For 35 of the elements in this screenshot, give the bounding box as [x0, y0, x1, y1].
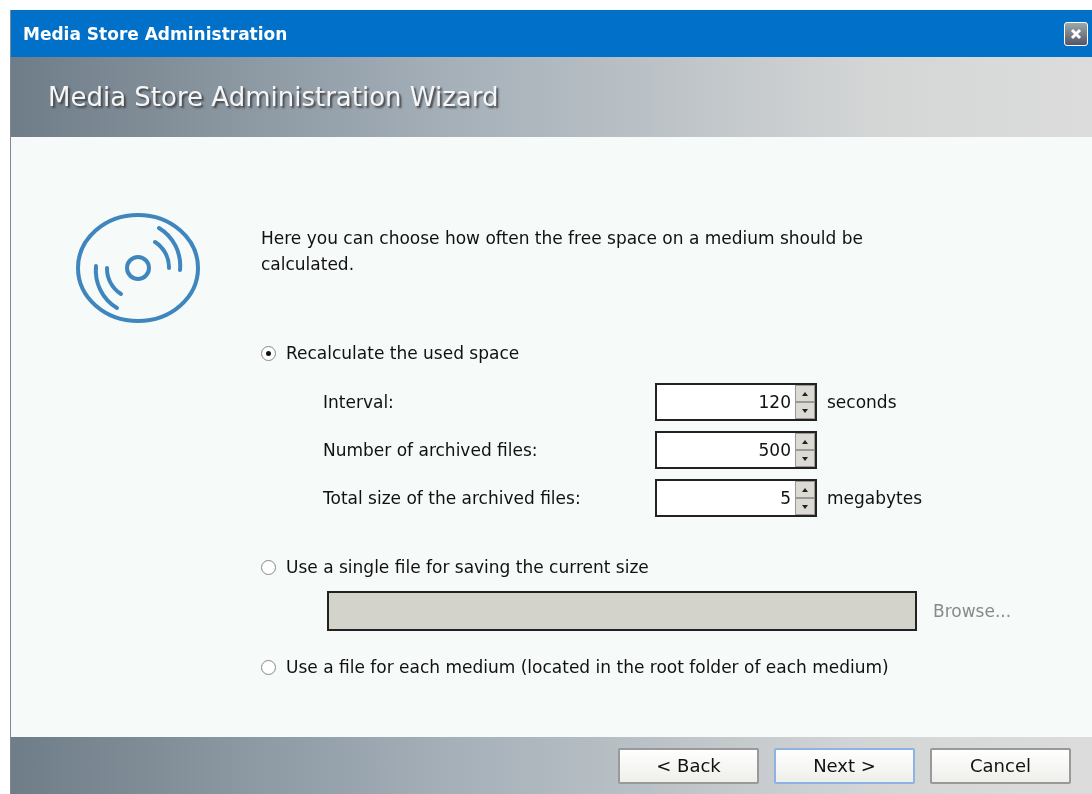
up-arrow-icon: [802, 487, 808, 492]
spin-up-button[interactable]: [795, 385, 815, 402]
spin-down-button[interactable]: [795, 402, 815, 419]
number-spinner[interactable]: 500: [655, 431, 817, 469]
close-button[interactable]: [1064, 21, 1088, 46]
number-spinner[interactable]: 5: [655, 479, 817, 517]
field-label: Interval:: [323, 392, 395, 412]
wizard-button[interactable]: < Back: [618, 747, 759, 784]
option-label: Use a single file for saving the current size: [286, 557, 649, 577]
option-label: Recalculate the used space: [286, 343, 520, 363]
field-label: Number of archived files:: [323, 440, 539, 460]
down-arrow-icon: [802, 408, 808, 413]
wizard-button[interactable]: Next >: [774, 747, 915, 784]
number-spinner[interactable]: 120: [655, 383, 817, 421]
down-arrow-icon: [802, 456, 808, 461]
window-title: Media Store Administration: [23, 23, 288, 44]
option-label: Use a file for each medium (located in the root folder of each medium): [286, 657, 889, 677]
radio-button[interactable]: [261, 659, 276, 675]
down-arrow-icon: [802, 504, 808, 509]
wizard-button[interactable]: Cancel: [930, 747, 1071, 784]
up-arrow-icon: [802, 391, 808, 396]
intro-text: Here you can choose how often the free space on a medium should be calculated.: [261, 227, 864, 276]
up-arrow-icon: [802, 439, 808, 444]
spin-down-button[interactable]: [795, 498, 815, 515]
radio-button[interactable]: [261, 559, 276, 575]
unit-label: seconds: [826, 392, 898, 412]
wizard-title: Media Store Administration Wizard: [48, 82, 499, 112]
disc-icon: [75, 212, 201, 324]
field-label: Total size of the archived files:: [323, 488, 582, 508]
spin-up-button[interactable]: [795, 481, 815, 498]
close-icon: [1070, 27, 1082, 40]
radio-button[interactable]: [261, 345, 276, 361]
spin-down-button[interactable]: [795, 450, 815, 467]
unit-label: megabytes: [826, 488, 924, 508]
spin-up-button[interactable]: [795, 433, 815, 450]
